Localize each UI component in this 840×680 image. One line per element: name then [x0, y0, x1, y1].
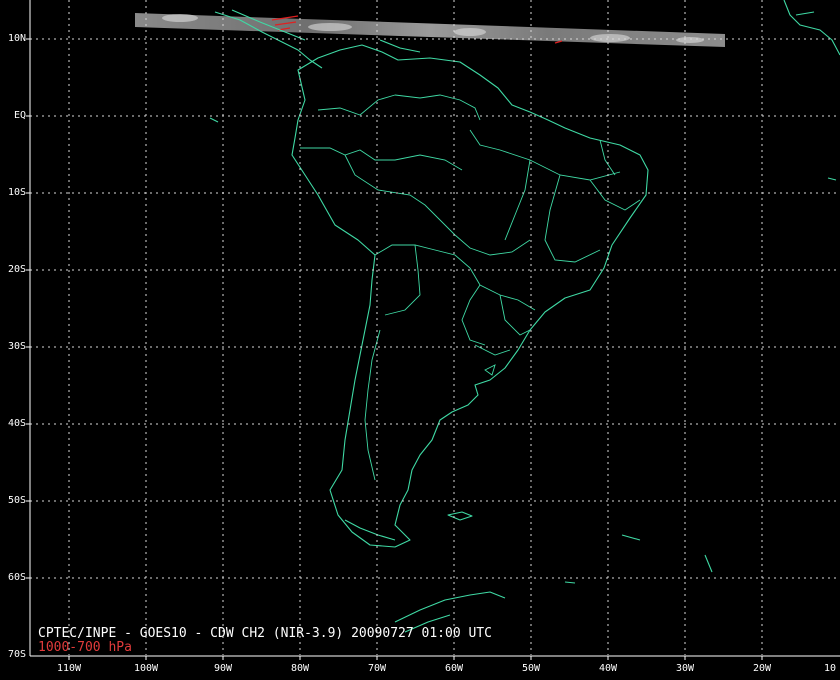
- lat-label-50s: 50S: [7, 495, 26, 506]
- satellite-wind-map: [26, 0, 840, 660]
- lon-label-110w: 110W: [56, 663, 82, 674]
- lon-label-30w: 30W: [675, 663, 695, 674]
- map-frame: [29, 0, 840, 657]
- lon-label-10w: 10: [823, 663, 837, 674]
- lat-label-40s: 40S: [7, 418, 26, 429]
- lat-label-eq: EQ: [13, 110, 26, 121]
- graticule: [30, 0, 840, 655]
- lat-label-20s: 20S: [7, 264, 26, 275]
- tick-marks: [26, 38, 763, 660]
- lat-label-70s: 70S: [7, 649, 26, 660]
- lon-label-50w: 50W: [521, 663, 541, 674]
- lon-label-40w: 40W: [598, 663, 618, 674]
- map-caption: CPTEC/INPE - GOES10 - CDW CH2 (NIR-3.9) …: [38, 626, 492, 641]
- lon-label-20w: 20W: [752, 663, 772, 674]
- lon-label-90w: 90W: [213, 663, 233, 674]
- lon-label-60w: 60W: [444, 663, 464, 674]
- country-borders: [300, 94, 641, 481]
- lat-label-10s: 10S: [7, 187, 26, 198]
- lon-label-80w: 80W: [290, 663, 310, 674]
- pressure-level: 1000-700 hPa: [38, 640, 132, 655]
- lat-label-60s: 60S: [7, 572, 26, 583]
- lat-label-10n: 10N: [7, 33, 26, 44]
- coastlines: [209, 0, 840, 633]
- lon-label-100w: 100W: [133, 663, 159, 674]
- lat-label-30s: 30S: [7, 341, 26, 352]
- lon-label-70w: 70W: [367, 663, 387, 674]
